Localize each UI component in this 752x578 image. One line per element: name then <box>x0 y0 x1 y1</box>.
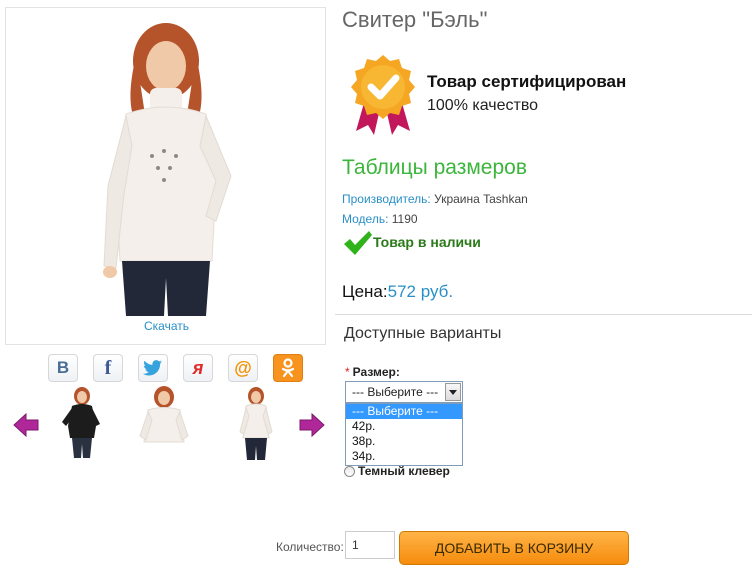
in-stock-check-icon <box>344 231 372 255</box>
odnoklassniki-icon[interactable] <box>273 354 303 382</box>
certified-subtitle: 100% качество <box>427 97 539 114</box>
manufacturer-row: Производитель: Украина Tashkan <box>342 192 528 206</box>
twitter-bird-icon <box>143 360 162 376</box>
mailru-glyph: @ <box>234 357 252 378</box>
odnoklassniki-glyph <box>281 358 295 378</box>
price-row: Цена:572 руб. <box>342 282 453 302</box>
thumbnail-white-sweater-front[interactable] <box>134 386 194 462</box>
quantity-label: Количество: <box>276 540 344 554</box>
yaru-glyph: я <box>192 357 204 378</box>
download-link[interactable]: Скачать <box>6 319 327 333</box>
manufacturer-label[interactable]: Производитель: <box>342 192 431 206</box>
size-option[interactable]: 34р. <box>346 449 462 464</box>
price-label: Цена: <box>342 282 388 301</box>
thumbnail-black-sweater[interactable] <box>52 386 112 462</box>
color-option-label: Темный клевер <box>358 464 450 478</box>
vk-glyph: В <box>56 358 70 377</box>
model-value: 1190 <box>391 212 418 226</box>
size-option[interactable]: 38р. <box>346 434 462 449</box>
chevron-down-icon[interactable] <box>445 383 461 401</box>
manufacturer-value: Украина Tashkan <box>434 192 528 206</box>
model-row: Модель: 1190 <box>342 212 418 226</box>
size-label: * Размер: <box>345 365 400 379</box>
size-label-text: Размер: <box>352 365 400 379</box>
twitter-icon[interactable] <box>138 354 168 382</box>
product-title: Свитер "Бэль" <box>342 7 488 32</box>
quantity-input[interactable] <box>345 531 395 559</box>
price-value: 572 руб. <box>387 282 454 301</box>
main-product-image[interactable]: Скачать <box>5 7 326 345</box>
certified-title: Товар сертифицирован <box>427 72 627 91</box>
color-radio[interactable] <box>344 466 355 477</box>
size-dropdown-list[interactable]: --- Выберите --- 42р. 38р. 34р. <box>345 403 463 466</box>
mailru-icon[interactable]: @ <box>228 354 258 382</box>
thumbnails-next-arrow-icon[interactable] <box>299 413 325 437</box>
facebook-glyph: f <box>104 356 112 379</box>
stock-status: Товар в наличи <box>373 234 481 250</box>
size-option[interactable]: 42р. <box>346 419 462 434</box>
add-to-cart-button[interactable]: ДОБАВИТЬ В КОРЗИНУ <box>399 531 629 565</box>
vk-icon[interactable]: В <box>48 354 78 382</box>
required-mark: * <box>345 365 350 379</box>
model-label: Модель: <box>342 212 389 226</box>
thumbnail-white-sweater-side[interactable] <box>226 386 286 462</box>
yaru-icon[interactable]: я <box>183 354 213 382</box>
facebook-icon[interactable]: f <box>93 354 123 382</box>
size-table-link[interactable]: Таблицы размеров <box>342 156 527 180</box>
size-option[interactable]: --- Выберите --- <box>346 404 462 419</box>
model-photo <box>66 16 266 316</box>
section-divider <box>335 314 752 315</box>
certified-badge-icon <box>351 55 415 135</box>
size-select-value: --- Выберите --- <box>352 385 439 399</box>
thumbnails-prev-arrow-icon[interactable] <box>13 413 39 437</box>
available-options-title: Доступные варианты <box>344 325 502 342</box>
size-select[interactable]: --- Выберите --- <box>345 381 463 403</box>
